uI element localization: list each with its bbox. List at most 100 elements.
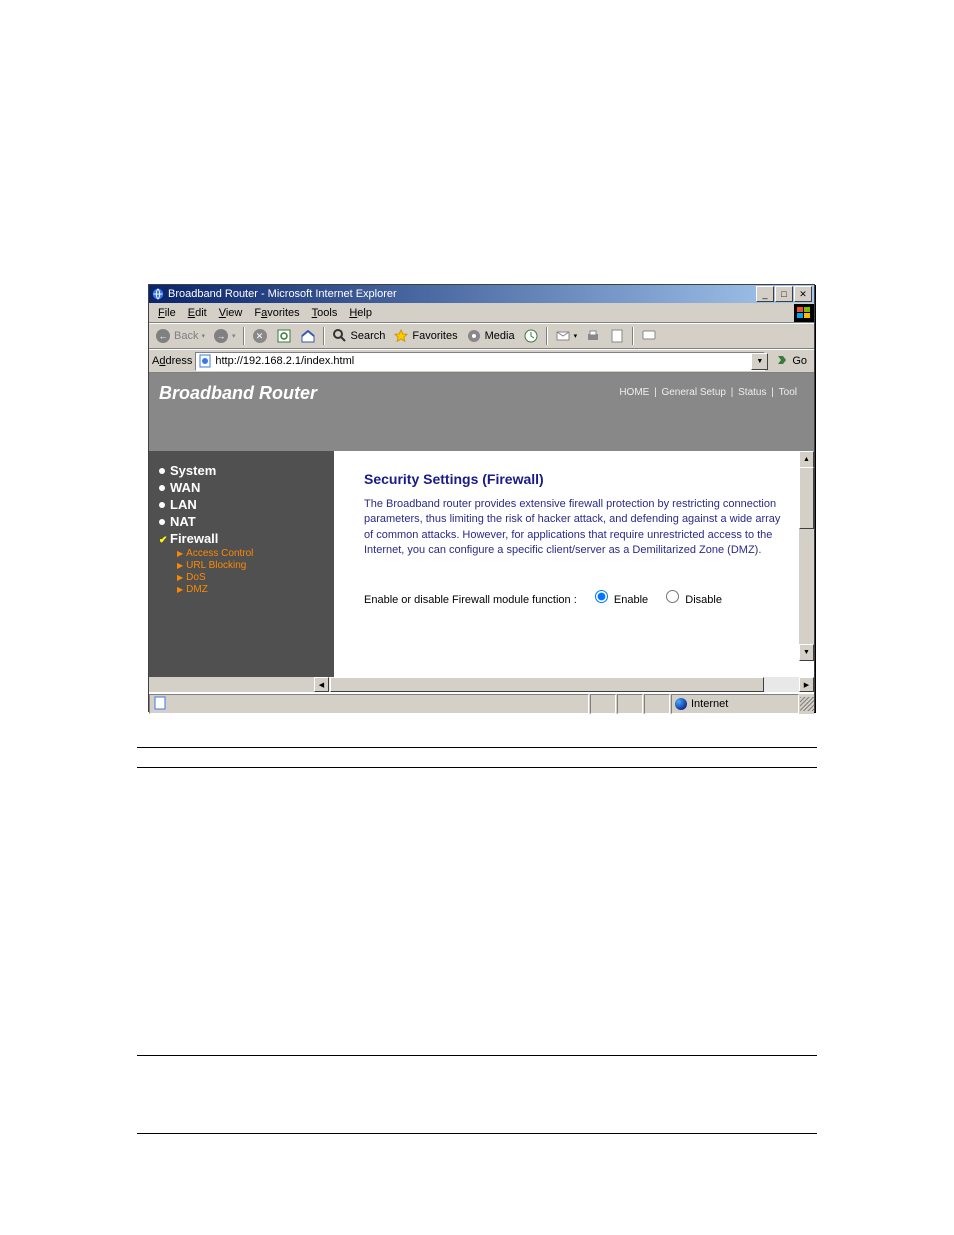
stop-button[interactable]: ✕ — [249, 326, 271, 346]
status-pane — [644, 694, 670, 714]
nav-status[interactable]: Status — [738, 387, 766, 398]
firewall-prompt: Enable or disable Firewall module functi… — [364, 594, 577, 606]
favorites-label: Favorites — [412, 330, 457, 342]
mail-button[interactable]: ▾ — [552, 326, 581, 346]
address-label: Address — [152, 355, 192, 367]
print-button[interactable] — [582, 326, 604, 346]
horizontal-scrollbar: ◀ ▶ — [149, 677, 814, 692]
bullet-icon — [159, 485, 165, 491]
status-pane — [617, 694, 643, 714]
hscroll-track[interactable]: ◀ ▶ — [314, 677, 814, 692]
enable-option[interactable]: Enable — [590, 594, 648, 606]
menubar: File Edit View Favorites Tools Help — [149, 303, 814, 323]
history-button[interactable] — [520, 326, 542, 346]
scroll-up-icon[interactable]: ▲ — [799, 451, 814, 468]
menu-favorites[interactable]: Favorites — [248, 305, 305, 321]
search-icon — [332, 328, 348, 344]
mail-icon — [555, 328, 571, 344]
scroll-thumb[interactable] — [799, 467, 814, 529]
status-pane — [590, 694, 616, 714]
menu-tools[interactable]: Tools — [306, 305, 344, 321]
arrow-icon: ▶ — [177, 573, 183, 582]
menu-edit[interactable]: Edit — [182, 305, 213, 321]
hr — [137, 767, 817, 768]
go-label: Go — [792, 355, 807, 367]
menu-view[interactable]: View — [213, 305, 249, 321]
window-title: Broadband Router - Microsoft Internet Ex… — [168, 288, 756, 300]
print-icon — [585, 328, 601, 344]
page-icon — [153, 696, 167, 713]
sidebar-sub-access-control[interactable]: ▶Access Control — [177, 548, 324, 559]
banner: Broadband Router HOME | General Setup | … — [149, 373, 814, 451]
back-label: Back — [174, 330, 198, 342]
minimize-button[interactable]: _ — [756, 286, 774, 302]
forward-button[interactable]: → ▾ — [210, 326, 239, 346]
ie-window: Broadband Router - Microsoft Internet Ex… — [148, 284, 815, 712]
media-icon — [466, 328, 482, 344]
ie-icon — [151, 287, 165, 301]
vertical-scrollbar[interactable]: ▲ ▼ — [799, 451, 814, 661]
banner-nav: HOME | General Setup | Status | Tool — [617, 387, 799, 398]
home-icon — [300, 328, 316, 344]
scroll-down-icon[interactable]: ▼ — [799, 644, 814, 661]
stop-icon: ✕ — [252, 328, 268, 344]
status-message — [149, 694, 589, 714]
sidebar-item-nat[interactable]: NAT — [159, 514, 324, 529]
sidebar-sub-url-blocking[interactable]: ▶URL Blocking — [177, 560, 324, 571]
search-button[interactable]: Search — [329, 326, 389, 346]
zone-label: Internet — [691, 698, 728, 710]
menu-help[interactable]: Help — [343, 305, 378, 321]
nav-tool[interactable]: Tool — [779, 387, 797, 398]
hscroll-thumb[interactable] — [330, 677, 764, 692]
sidebar-sub-dmz[interactable]: ▶DMZ — [177, 584, 324, 595]
search-label: Search — [351, 330, 386, 342]
arrow-icon: ▶ — [177, 549, 183, 558]
address-input[interactable]: http://192.168.2.1/index.html — [195, 352, 765, 371]
favorites-icon — [393, 328, 409, 344]
edit-icon — [609, 328, 625, 344]
sidebar-item-firewall[interactable]: ✔Firewall — [159, 531, 324, 546]
maximize-button[interactable]: □ — [775, 286, 793, 302]
disable-option[interactable]: Disable — [661, 594, 722, 606]
edit-button[interactable] — [606, 326, 628, 346]
go-button[interactable]: Go — [771, 353, 811, 370]
back-button[interactable]: ← Back ▾ — [152, 326, 208, 346]
address-url: http://192.168.2.1/index.html — [215, 355, 354, 367]
history-icon — [523, 328, 539, 344]
disable-radio[interactable] — [666, 590, 679, 603]
sidebar-item-lan[interactable]: LAN — [159, 497, 324, 512]
scroll-right-icon[interactable]: ▶ — [799, 677, 814, 692]
media-button[interactable]: Media — [463, 326, 518, 346]
home-button[interactable] — [297, 326, 319, 346]
nav-general-setup[interactable]: General Setup — [661, 387, 726, 398]
scroll-left-icon[interactable]: ◀ — [314, 677, 329, 692]
media-label: Media — [485, 330, 515, 342]
go-icon — [775, 353, 789, 370]
sidebar-item-wan[interactable]: WAN — [159, 480, 324, 495]
arrow-icon: ▶ — [177, 585, 183, 594]
windows-logo-icon — [794, 304, 814, 322]
favorites-button[interactable]: Favorites — [390, 326, 460, 346]
enable-radio[interactable] — [595, 590, 608, 603]
zone-pane: Internet — [671, 694, 799, 714]
sidebar-sub-dos[interactable]: ▶DoS — [177, 572, 324, 583]
nav-home[interactable]: HOME — [619, 387, 649, 398]
globe-icon — [675, 698, 687, 710]
bullet-icon — [159, 468, 165, 474]
menu-file[interactable]: File — [152, 305, 182, 321]
refresh-button[interactable] — [273, 326, 295, 346]
hr — [137, 1055, 817, 1056]
address-bar: Address http://192.168.2.1/index.html ▼ … — [149, 349, 814, 373]
hr — [137, 747, 817, 748]
close-button[interactable]: ✕ — [794, 286, 812, 302]
discuss-icon — [641, 328, 657, 344]
resize-grip[interactable] — [800, 697, 814, 711]
page-description: The Broadband router provides extensive … — [364, 497, 784, 559]
back-icon: ← — [155, 328, 171, 344]
sidebar-item-system[interactable]: System — [159, 463, 324, 478]
dropdown-icon: ▾ — [201, 332, 205, 340]
firewall-toggle-row: Enable or disable Firewall module functi… — [364, 587, 784, 606]
address-dropdown[interactable]: ▼ — [751, 353, 768, 370]
check-icon: ✔ — [159, 536, 165, 542]
discuss-button[interactable] — [638, 326, 660, 346]
